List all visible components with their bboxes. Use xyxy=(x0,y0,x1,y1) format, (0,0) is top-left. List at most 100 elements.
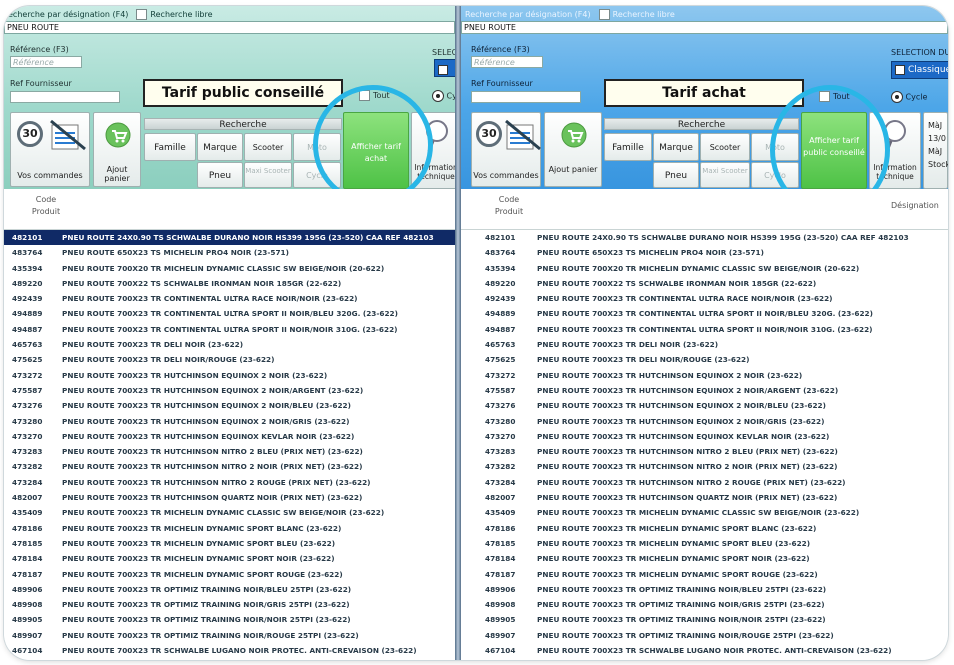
selection-classique-toggle[interactable] xyxy=(434,59,455,77)
product-code-cell: 435409 xyxy=(485,508,516,518)
table-row[interactable]: 489905 PNEU ROUTE 700X23 TR OPTIMIZ TRAIN… xyxy=(461,612,948,627)
free-search-checkbox[interactable] xyxy=(598,9,610,20)
cycle-option[interactable]: Cycle xyxy=(891,91,927,103)
table-row[interactable]: 489905 PNEU ROUTE 700X23 TR OPTIMIZ TRAIN… xyxy=(4,612,455,627)
maxi-scooter-button[interactable]: Maxi Scooter xyxy=(700,162,750,188)
marque-button[interactable]: Marque xyxy=(197,133,243,161)
cycle-option[interactable]: Cyc xyxy=(432,90,455,102)
designation-search-input[interactable]: PNEU ROUTE xyxy=(461,21,948,34)
table-row[interactable]: 478184 PNEU ROUTE 700X23 TR MICHELIN DYNA… xyxy=(461,551,948,566)
marque-button[interactable]: Marque xyxy=(653,133,699,161)
pneu-button[interactable]: Pneu xyxy=(197,162,243,188)
table-row[interactable]: 478187 PNEU ROUTE 700X23 TR MICHELIN DYNA… xyxy=(4,567,455,582)
product-code-cell: 473270 xyxy=(12,431,43,441)
table-row[interactable]: 492439 PNEU ROUTE 700X23 TR CONTINENTAL U… xyxy=(4,291,455,306)
maj-date: 13/0 xyxy=(928,134,946,143)
product-code-cell: 482007 xyxy=(12,493,43,503)
famille-button[interactable]: Famille xyxy=(604,133,652,161)
table-row[interactable]: 473282 PNEU ROUTE 700X23 TR HUTCHINSON NI… xyxy=(461,459,948,474)
table-row[interactable]: 473284 PNEU ROUTE 700X23 TR HUTCHINSON NI… xyxy=(461,475,948,490)
pneu-button[interactable]: Pneu xyxy=(653,162,699,188)
designation-search-input[interactable]: PNEU ROUTE xyxy=(4,21,455,34)
cycle-radio[interactable] xyxy=(891,91,903,103)
table-row[interactable]: 435394 PNEU ROUTE 700X20 TR MICHELIN DYNA… xyxy=(4,261,455,276)
product-code-cell: 489905 xyxy=(12,615,43,625)
table-row[interactable]: 494887 PNEU ROUTE 700X23 TR CONTINENTAL U… xyxy=(461,322,948,337)
ajout-panier-label: Ajout panier xyxy=(104,165,130,183)
table-row[interactable]: 475625 PNEU ROUTE 700X23 TR DELI NOIR/ROU… xyxy=(4,352,455,367)
table-row[interactable]: 473283 PNEU ROUTE 700X23 TR HUTCHINSON NI… xyxy=(4,444,455,459)
designation-cell: PNEU ROUTE 700X23 TR DELI NOIR (23-622) xyxy=(62,340,244,350)
table-row[interactable]: 489220 PNEU ROUTE 700X22 TS SCHWALBE IRON… xyxy=(4,276,455,291)
order-calendar-icon xyxy=(50,119,86,151)
table-row[interactable]: 473283 PNEU ROUTE 700X23 TR HUTCHINSON NI… xyxy=(461,444,948,459)
table-row[interactable]: 478187 PNEU ROUTE 700X23 TR MICHELIN DYNA… xyxy=(461,567,948,582)
vos-commandes-button[interactable]: 30 Vos commandes xyxy=(471,112,541,187)
table-row[interactable]: 483764 PNEU ROUTE 650X23 TS MICHELIN PRO4… xyxy=(4,245,455,260)
table-row[interactable]: 473276 PNEU ROUTE 700X23 TR HUTCHINSON EQ… xyxy=(4,398,455,413)
table-row[interactable]: 475587 PNEU ROUTE 700X23 TR HUTCHINSON EQ… xyxy=(461,383,948,398)
table-row[interactable]: 478185 PNEU ROUTE 700X23 TR MICHELIN DYNA… xyxy=(461,536,948,551)
selection-classique-toggle[interactable]: Classique xyxy=(891,61,948,79)
table-row[interactable]: 473276 PNEU ROUTE 700X23 TR HUTCHINSON EQ… xyxy=(461,398,948,413)
table-row[interactable]: 489908 PNEU ROUTE 700X23 TR OPTIMIZ TRAIN… xyxy=(461,597,948,612)
ajout-panier-button[interactable]: Ajout panier xyxy=(93,112,141,187)
table-row[interactable]: 473280 PNEU ROUTE 700X23 TR HUTCHINSON EQ… xyxy=(4,414,455,429)
ref-fournisseur-input[interactable] xyxy=(10,91,120,103)
ref-fournisseur-input[interactable] xyxy=(471,91,581,103)
table-row[interactable]: 489220 PNEU ROUTE 700X22 TS SCHWALBE IRON… xyxy=(461,276,948,291)
table-row[interactable]: 475625 PNEU ROUTE 700X23 TR DELI NOIR/ROU… xyxy=(461,352,948,367)
table-row[interactable]: 478186 PNEU ROUTE 700X23 TR MICHELIN DYNA… xyxy=(4,521,455,536)
table-row[interactable]: 494889 PNEU ROUTE 700X23 TR CONTINENTAL U… xyxy=(461,306,948,321)
scooter-button[interactable]: Scooter xyxy=(244,133,292,161)
table-row[interactable]: 492671PNEU ROUTE 700X23 TR SCHWALBE LUGA… xyxy=(461,658,948,660)
reference-input[interactable]: Référence xyxy=(10,56,82,68)
table-row[interactable]: 492671PNEU ROUTE 700X23 TR SCHWALBE LUGA… xyxy=(4,658,455,660)
table-row[interactable]: 473270 PNEU ROUTE 700X23 TR HUTCHINSON EQ… xyxy=(4,429,455,444)
table-row[interactable]: 475587 PNEU ROUTE 700X23 TR HUTCHINSON EQ… xyxy=(4,383,455,398)
table-row[interactable]: 483764 PNEU ROUTE 650X23 TS MICHELIN PRO4… xyxy=(461,245,948,260)
table-row[interactable]: 489907 PNEU ROUTE 700X23 TR OPTIMIZ TRAIN… xyxy=(461,628,948,643)
table-row[interactable]: 467104 PNEU ROUTE 700X23 TR SCHWALBE LUGA… xyxy=(4,643,455,658)
table-row[interactable]: 482101 PNEU ROUTE 24X0.90 TS SCHWALBE DUR… xyxy=(461,230,948,245)
table-row[interactable]: 492439 PNEU ROUTE 700X23 TR CONTINENTAL U… xyxy=(461,291,948,306)
designation-header[interactable]: Désignation xyxy=(891,201,939,210)
designation-cell: PNEU ROUTE 700X23 TR CONTINENTAL ULTRA S… xyxy=(537,309,873,319)
table-row[interactable]: 489908 PNEU ROUTE 700X23 TR OPTIMIZ TRAIN… xyxy=(4,597,455,612)
table-row[interactable]: 482101 PNEU ROUTE 24X0.90 TS SCHWALBE DUR… xyxy=(4,230,455,246)
famille-button[interactable]: Famille xyxy=(144,133,196,161)
vos-commandes-button[interactable]: 30 Vos commandes xyxy=(10,112,90,187)
table-row[interactable]: 489906 PNEU ROUTE 700X23 TR OPTIMIZ TRAIN… xyxy=(4,582,455,597)
table-row[interactable]: 435409 PNEU ROUTE 700X23 TR MICHELIN DYNA… xyxy=(461,505,948,520)
code-produit-header[interactable]: Code Produit xyxy=(489,194,529,218)
ajout-panier-button[interactable]: Ajout panier xyxy=(544,112,602,187)
maxi-scooter-button[interactable]: Maxi Scooter xyxy=(244,162,292,188)
table-row[interactable]: 478185 PNEU ROUTE 700X23 TR MICHELIN DYNA… xyxy=(4,536,455,551)
maj-stock-button[interactable]: MàJ 13/0 MàJ Stock xyxy=(923,112,948,189)
table-row[interactable]: 473270 PNEU ROUTE 700X23 TR HUTCHINSON EQ… xyxy=(461,429,948,444)
table-row[interactable]: 467104 PNEU ROUTE 700X23 TR SCHWALBE LUGA… xyxy=(461,643,948,658)
table-row[interactable]: 478184 PNEU ROUTE 700X23 TR MICHELIN DYNA… xyxy=(4,551,455,566)
table-row[interactable]: 435394 PNEU ROUTE 700X20 TR MICHELIN DYNA… xyxy=(461,261,948,276)
table-row[interactable]: 473272 PNEU ROUTE 700X23 TR HUTCHINSON EQ… xyxy=(4,368,455,383)
table-row[interactable]: 482007 PNEU ROUTE 700X23 TR HUTCHINSON QU… xyxy=(461,490,948,505)
table-row[interactable]: 489906 PNEU ROUTE 700X23 TR OPTIMIZ TRAIN… xyxy=(461,582,948,597)
table-row[interactable]: 465763 PNEU ROUTE 700X23 TR DELI NOIR (23… xyxy=(4,337,455,352)
table-row[interactable]: 478186 PNEU ROUTE 700X23 TR MICHELIN DYNA… xyxy=(461,521,948,536)
table-row[interactable]: 494889 PNEU ROUTE 700X23 TR CONTINENTAL U… xyxy=(4,306,455,321)
code-produit-header[interactable]: Code Produit xyxy=(26,194,66,218)
table-row[interactable]: 494887 PNEU ROUTE 700X23 TR CONTINENTAL U… xyxy=(4,322,455,337)
table-row[interactable]: 465763 PNEU ROUTE 700X23 TR DELI NOIR (23… xyxy=(461,337,948,352)
scooter-button[interactable]: Scooter xyxy=(700,133,750,161)
table-row[interactable]: 435409 PNEU ROUTE 700X23 TR MICHELIN DYNA… xyxy=(4,505,455,520)
cycle-label: Cyc xyxy=(446,91,455,101)
table-row[interactable]: 482007 PNEU ROUTE 700X23 TR HUTCHINSON QU… xyxy=(4,490,455,505)
table-row[interactable]: 473280 PNEU ROUTE 700X23 TR HUTCHINSON EQ… xyxy=(461,414,948,429)
cycle-radio[interactable] xyxy=(432,90,444,102)
reference-input[interactable]: Référence xyxy=(471,56,543,68)
table-row[interactable]: 489907 PNEU ROUTE 700X23 TR OPTIMIZ TRAIN… xyxy=(4,628,455,643)
free-search-checkbox[interactable] xyxy=(136,9,148,20)
table-row[interactable]: 473272 PNEU ROUTE 700X23 TR HUTCHINSON EQ… xyxy=(461,368,948,383)
table-row[interactable]: 473284 PNEU ROUTE 700X23 TR HUTCHINSON NI… xyxy=(4,475,455,490)
table-row[interactable]: 473282 PNEU ROUTE 700X23 TR HUTCHINSON NI… xyxy=(4,459,455,474)
